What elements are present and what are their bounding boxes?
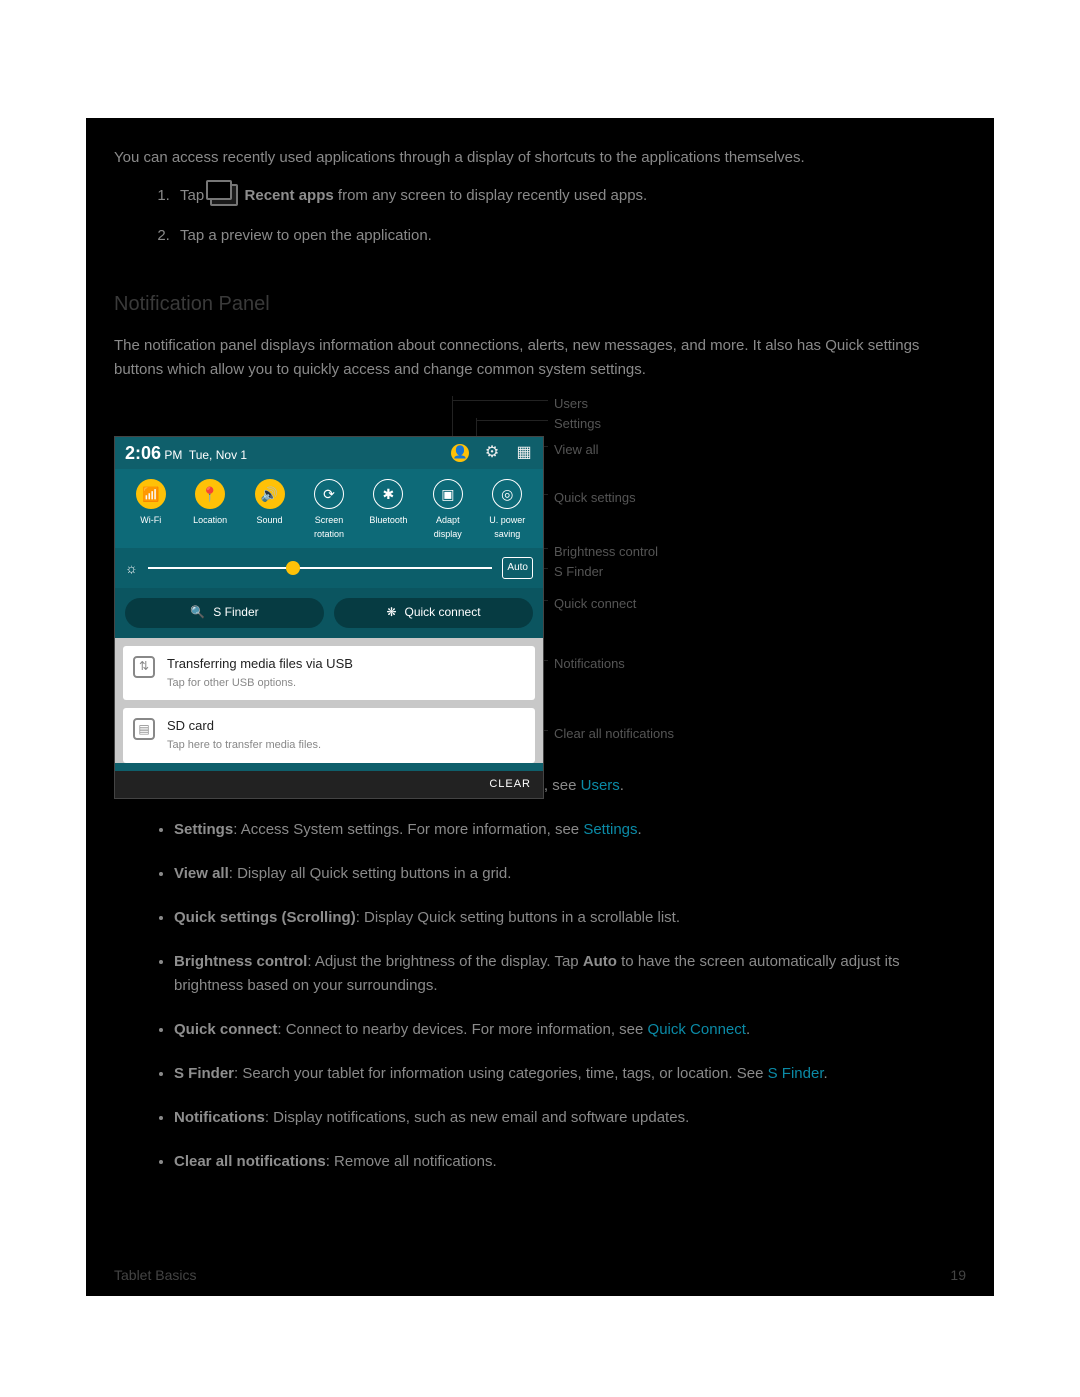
callout-qconnect: Quick connect	[554, 594, 636, 615]
gear-icon[interactable]: ⚙	[483, 444, 501, 462]
callout-viewall: View all	[554, 440, 599, 461]
desc-item: Settings: Access System settings. For mo…	[174, 818, 966, 842]
connect-icon: ❋	[386, 603, 396, 622]
desc-item: Brightness control: Adjust the brightnes…	[174, 950, 966, 998]
qs-bluetooth[interactable]: ✱Bluetooth	[361, 479, 415, 542]
callout-sfinder: S Finder	[554, 562, 603, 583]
link[interactable]: Quick Connect	[648, 1021, 746, 1038]
desc-item: Notifications: Display notifications, su…	[174, 1106, 966, 1130]
desc-item: View all: Display all Quick setting butt…	[174, 862, 966, 886]
notification-panel: 2:06 PM Tue, Nov 1 👤 ⚙ ▦ 📶Wi-Fi📍Location…	[114, 436, 544, 799]
qs-screen-rotation[interactable]: ⟳Screen rotation	[302, 479, 356, 542]
step-1: Tap Recent apps from any screen to displ…	[174, 184, 966, 208]
qs-location[interactable]: 📍Location	[183, 479, 237, 542]
footer-right: 19	[950, 1264, 966, 1286]
desc-item: Clear all notifications: Remove all noti…	[174, 1150, 966, 1174]
callout-notifs: Notifications	[554, 654, 625, 675]
callout-settings: Settings	[554, 414, 601, 435]
callout-qs: Quick settings	[554, 488, 636, 509]
notification-card[interactable]: ▤SD cardTap here to transfer media files…	[123, 708, 535, 762]
finder-row: 🔍 S Finder ❋ Quick connect	[115, 588, 543, 638]
qs-sound[interactable]: 🔊Sound	[243, 479, 297, 542]
link[interactable]: Settings	[583, 821, 637, 838]
desc-item: Quick connect: Connect to nearby devices…	[174, 1018, 966, 1042]
quick-connect-button[interactable]: ❋ Quick connect	[334, 598, 533, 628]
step-2: Tap a preview to open the application.	[174, 224, 966, 248]
callout-bright: Brightness control	[554, 542, 658, 563]
notification-card[interactable]: ⇅Transferring media files via USBTap for…	[123, 646, 535, 700]
steps-list: Tap Recent apps from any screen to displ…	[174, 184, 966, 248]
link[interactable]: Users	[581, 777, 620, 794]
footer-left: Tablet Basics	[114, 1264, 196, 1286]
section-paragraph: The notification panel displays informat…	[114, 334, 966, 382]
clock: 2:06 PM Tue, Nov 1	[125, 439, 247, 468]
qs-wi-fi[interactable]: 📶Wi-Fi	[124, 479, 178, 542]
link[interactable]: S Finder	[768, 1065, 824, 1082]
notifications-area: ⇅Transferring media files via USBTap for…	[115, 638, 543, 763]
brightness-icon: ☼	[125, 557, 138, 579]
quick-settings-row: 📶Wi-Fi📍Location🔊Sound⟳Screen rotation✱Bl…	[115, 469, 543, 548]
description-list: Users: Change to a different user. For m…	[174, 774, 966, 1174]
qs-adapt-display[interactable]: ▣Adapt display	[421, 479, 475, 542]
page-body: You can access recently used application…	[86, 118, 994, 1296]
grid-icon[interactable]: ▦	[515, 444, 533, 462]
panel-topbar: 2:06 PM Tue, Nov 1 👤 ⚙ ▦	[115, 437, 543, 469]
qs-u-power-saving[interactable]: ◎U. power saving	[480, 479, 534, 542]
recent-apps-icon	[210, 184, 238, 206]
brightness-row: ☼ Auto	[115, 548, 543, 588]
auto-toggle[interactable]: Auto	[502, 557, 533, 579]
desc-item: Quick settings (Scrolling): Display Quic…	[174, 906, 966, 930]
brightness-slider[interactable]	[148, 567, 493, 569]
intro-paragraph: You can access recently used application…	[114, 146, 966, 170]
s-finder-button[interactable]: 🔍 S Finder	[125, 598, 324, 628]
page-footer: Tablet Basics 19	[114, 1264, 966, 1286]
clear-button[interactable]: CLEAR	[115, 771, 543, 799]
users-icon[interactable]: 👤	[451, 444, 469, 462]
notification-panel-diagram: Users Settings View all Quick settings B…	[114, 396, 966, 756]
callout-clear: Clear all notifications	[554, 724, 674, 745]
section-heading: Notification Panel	[114, 288, 966, 320]
search-icon: 🔍	[190, 603, 205, 622]
callout-users: Users	[554, 394, 588, 415]
desc-item: S Finder: Search your tablet for informa…	[174, 1062, 966, 1086]
